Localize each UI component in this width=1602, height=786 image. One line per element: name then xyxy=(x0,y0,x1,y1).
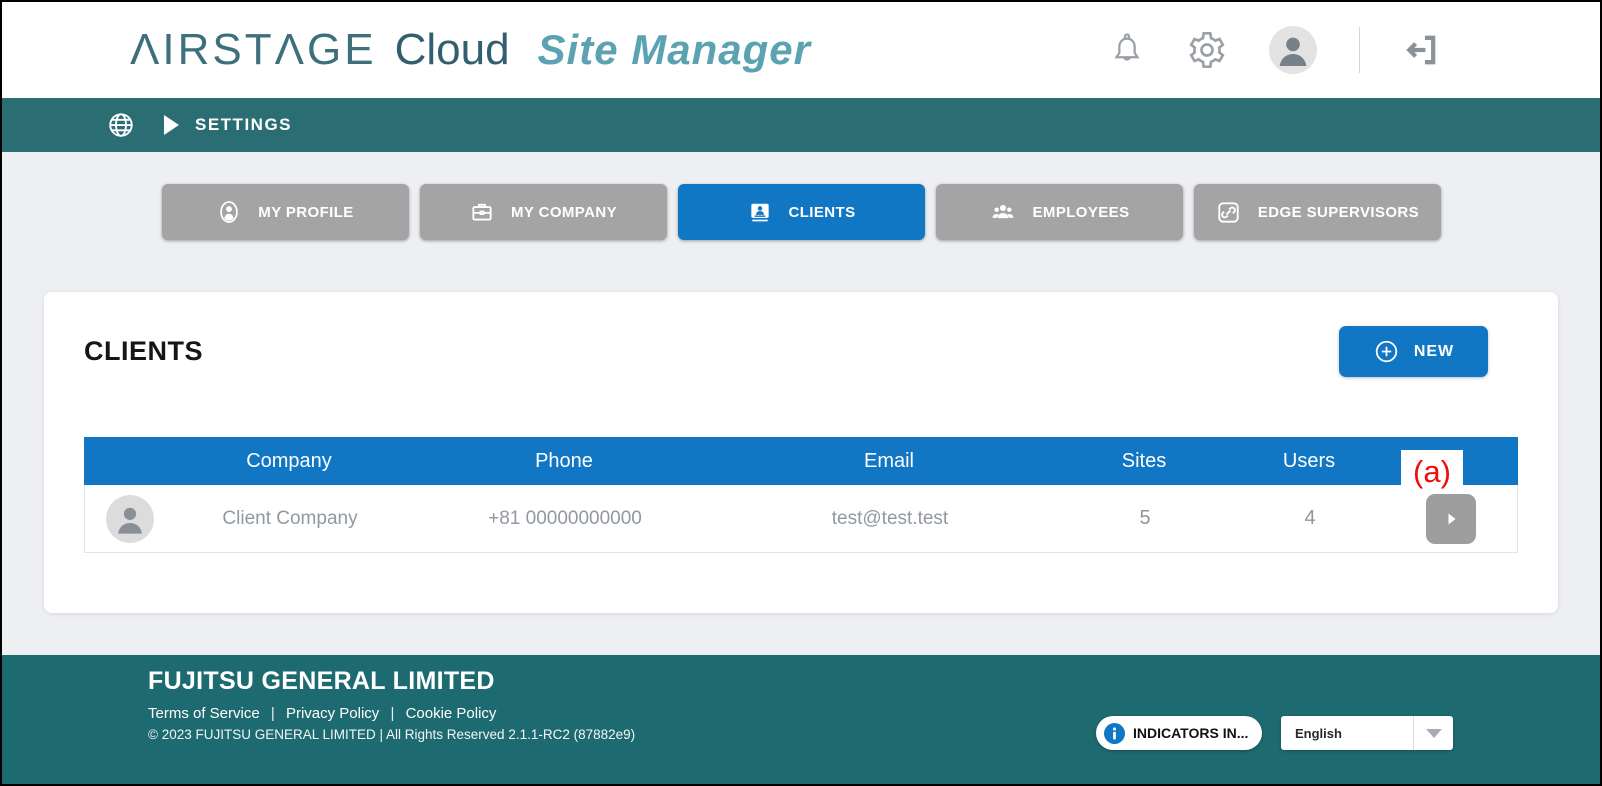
header-cell-company: Company xyxy=(174,450,404,473)
clients-table: Company Phone Email Sites Users xyxy=(84,437,1518,553)
main-content: MY PROFILE MY COMPANY xyxy=(2,152,1600,655)
settings-tabs: MY PROFILE MY COMPANY xyxy=(2,184,1600,240)
account-button[interactable] xyxy=(1269,26,1317,74)
header-cell-email: Email xyxy=(724,450,1054,473)
plus-circle-icon xyxy=(1373,338,1400,365)
tab-label: MY COMPANY xyxy=(511,204,617,221)
people-icon xyxy=(989,198,1017,226)
notifications-button[interactable] xyxy=(1109,32,1145,68)
logo-brand-text: ΛIRSTΛGE xyxy=(130,25,377,75)
breadcrumb-section-label: SETTINGS xyxy=(195,115,292,135)
link-icon xyxy=(1215,199,1242,226)
client-avatar-icon xyxy=(106,495,154,543)
row-action-cell xyxy=(1385,494,1517,544)
header-cell-phone: Phone xyxy=(404,450,724,473)
tab-label: EDGE SUPERVISORS xyxy=(1258,204,1419,221)
row-users-cell: 4 xyxy=(1235,507,1385,530)
tab-label: CLIENTS xyxy=(789,204,856,221)
briefcase-icon xyxy=(469,199,495,225)
privacy-policy-link[interactable]: Privacy Policy xyxy=(286,705,379,722)
language-caret-zone xyxy=(1413,716,1453,750)
language-select[interactable]: English xyxy=(1281,716,1453,750)
gear-icon xyxy=(1187,30,1227,70)
tab-label: MY PROFILE xyxy=(258,204,353,221)
footer-company-name: FUJITSU GENERAL LIMITED xyxy=(148,667,1600,696)
logout-button[interactable] xyxy=(1402,31,1440,69)
tab-edge-supervisors[interactable]: EDGE SUPERVISORS xyxy=(1194,184,1441,240)
table-row[interactable]: Client Company +81 00000000000 test@test… xyxy=(84,485,1518,553)
logout-icon xyxy=(1402,31,1440,69)
tab-my-company[interactable]: MY COMPANY xyxy=(420,184,667,240)
clients-panel-header: CLIENTS NEW xyxy=(84,292,1518,377)
header-actions xyxy=(1109,26,1556,74)
row-avatar-cell xyxy=(85,495,175,543)
breadcrumb-arrow-icon xyxy=(164,115,179,135)
cookie-policy-link[interactable]: Cookie Policy xyxy=(406,705,497,722)
tab-label: EMPLOYEES xyxy=(1033,204,1130,221)
row-company-cell: Client Company xyxy=(175,508,405,530)
row-email-cell: test@test.test xyxy=(725,508,1055,530)
breadcrumb: SETTINGS xyxy=(2,98,1600,152)
globe-icon xyxy=(106,110,136,140)
home-globe-button[interactable] xyxy=(106,110,136,140)
tab-my-profile[interactable]: MY PROFILE xyxy=(162,184,409,240)
header-cell-sites: Sites xyxy=(1054,450,1234,473)
tab-employees[interactable]: EMPLOYEES xyxy=(936,184,1183,240)
new-button-label: NEW xyxy=(1414,343,1454,361)
clients-panel: CLIENTS NEW Company Phone Ema xyxy=(44,292,1558,613)
avatar-icon xyxy=(1269,26,1317,74)
logo-cloud-text: Cloud xyxy=(395,25,510,75)
language-selected-value: English xyxy=(1281,726,1413,741)
footer-link-separator: | xyxy=(271,705,275,722)
row-phone-cell: +81 00000000000 xyxy=(405,508,725,530)
bell-icon xyxy=(1109,32,1145,68)
id-card-icon xyxy=(747,199,773,225)
info-icon xyxy=(1104,723,1125,744)
footer-link-separator: | xyxy=(390,705,394,722)
app-footer: FUJITSU GENERAL LIMITED Terms of Service… xyxy=(2,655,1600,784)
row-sites-cell: 5 xyxy=(1055,507,1235,530)
settings-button[interactable] xyxy=(1187,30,1227,70)
app-logo: ΛIRSTΛGE Cloud Site Manager xyxy=(130,25,811,75)
indicators-button-label: INDICATORS IN... xyxy=(1133,725,1248,741)
chevron-down-icon xyxy=(1426,729,1442,738)
page-title: CLIENTS xyxy=(84,336,203,367)
open-client-button[interactable] xyxy=(1426,494,1476,544)
header-divider xyxy=(1359,27,1360,73)
logo-product-text: Site Manager xyxy=(538,26,811,74)
chevron-right-icon xyxy=(1439,507,1463,531)
clients-table-header: Company Phone Email Sites Users xyxy=(84,437,1518,485)
header-cell-users: Users xyxy=(1234,450,1384,473)
tab-clients[interactable]: CLIENTS xyxy=(678,184,925,240)
terms-of-service-link[interactable]: Terms of Service xyxy=(148,705,260,722)
app-window: ΛIRSTΛGE Cloud Site Manager xyxy=(0,0,1602,786)
indicators-info-button[interactable]: INDICATORS IN... xyxy=(1096,716,1262,750)
callout-annotation-a: (a) xyxy=(1401,450,1463,493)
person-oval-icon xyxy=(216,199,242,225)
app-header: ΛIRSTΛGE Cloud Site Manager xyxy=(2,2,1600,98)
new-client-button[interactable]: NEW xyxy=(1339,326,1488,377)
